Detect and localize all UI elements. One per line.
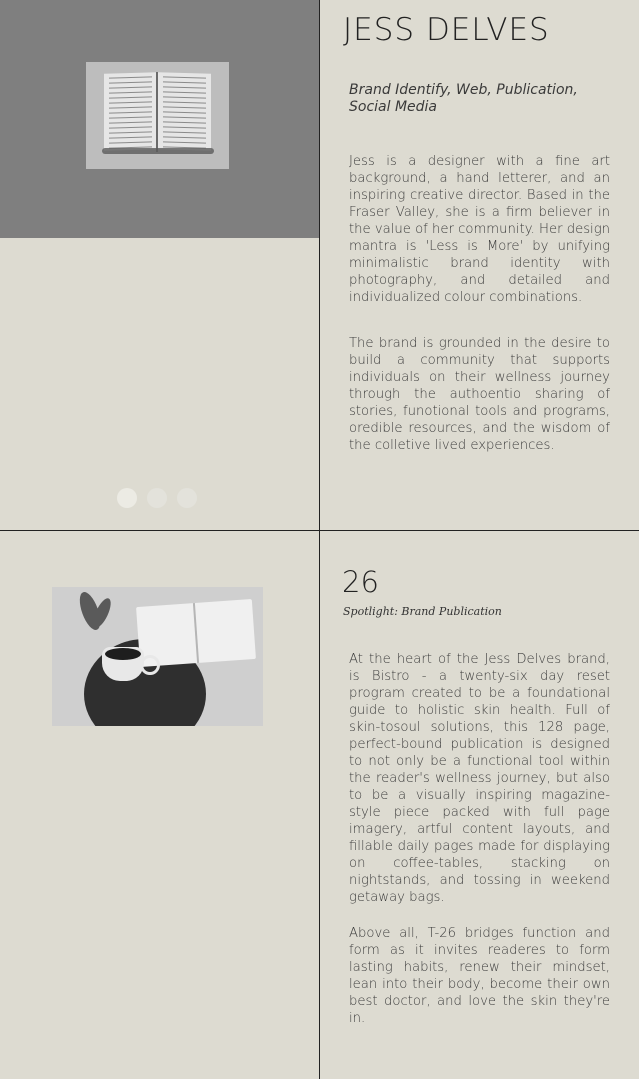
project-title: JESS DELVES xyxy=(343,12,550,48)
open-book-image xyxy=(86,62,229,169)
spotlight-label: Spotlight: Brand Publication xyxy=(343,605,502,618)
carousel-dot-3[interactable] xyxy=(177,488,197,508)
carousel-dots xyxy=(117,488,197,508)
vertical-divider xyxy=(319,0,320,1079)
coffee-book-image xyxy=(52,587,263,726)
project-description-2: The brand is grounded in the desire to b… xyxy=(349,336,610,453)
carousel-dot-2[interactable] xyxy=(147,488,167,508)
spotlight-description-1: At the heart of the Jess Delves brand, i… xyxy=(349,652,610,905)
spotlight-description-2: Above all, T-26 bridges function and for… xyxy=(349,926,610,1026)
carousel-dot-1[interactable] xyxy=(117,488,137,508)
project-description-1: Jess is a designer with a fine art backg… xyxy=(349,154,610,305)
image-carousel-panel xyxy=(0,0,319,238)
spotlight-number: 26 xyxy=(342,565,379,599)
project-subtitle: Brand Identify, Web, Publication, Social… xyxy=(349,82,578,115)
horizontal-divider xyxy=(0,530,639,531)
